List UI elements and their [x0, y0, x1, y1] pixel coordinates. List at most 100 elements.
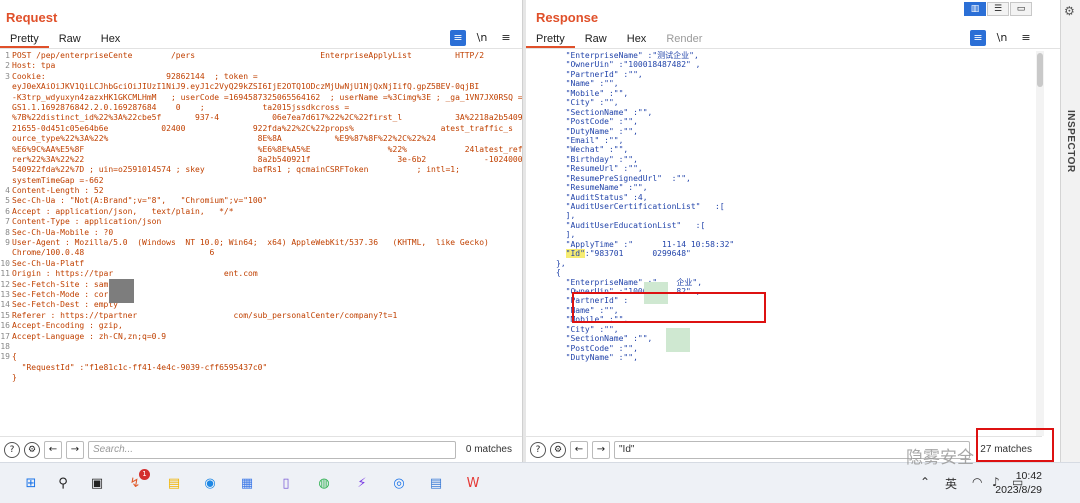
- annotation-box-id: [572, 292, 766, 323]
- tab-render[interactable]: Render: [656, 30, 712, 48]
- line-number: [0, 124, 12, 134]
- request-line: 12 Sec-Fetch-Site : sam: [0, 280, 522, 290]
- line-text: }: [12, 373, 17, 383]
- tool-icon[interactable]: ⚡: [351, 473, 373, 495]
- request-line: 5 Sec-Ch-Ua : "Not(A:Brand";v="8", "Chrom…: [0, 196, 522, 206]
- line-text: "RequestId" :"f1e81c1c-ff41-4e4c-9039-cf…: [12, 362, 268, 372]
- response-line: ],: [556, 230, 576, 240]
- response-line: "AuditUserCertificationList" :[: [556, 202, 725, 211]
- split-vertical-icon[interactable]: ☰: [987, 2, 1009, 16]
- menu-icon[interactable]: ≡: [1018, 30, 1034, 46]
- wrap-icon[interactable]: ≡: [970, 30, 986, 46]
- response-line: "DutyName" :"",: [556, 126, 638, 136]
- response-line: "Id":"983701 0299648": [565, 249, 691, 259]
- line-number: [0, 155, 12, 165]
- response-title: Response: [536, 10, 599, 25]
- response-editor[interactable]: "EnterpriseName" :"测试企业", "OwnerUin" :"1…: [556, 51, 1034, 436]
- line-text: Chrome/100.0.48 6: [12, 248, 215, 258]
- store-icon[interactable]: ▦: [236, 473, 258, 495]
- line-text: eyJ0eXAiOiJKV1QiLCJhbGciOiJIUzI1NiJ9.eyJ…: [12, 82, 480, 92]
- settings-icon[interactable]: ⚙: [550, 441, 566, 458]
- tab-pretty[interactable]: Pretty: [0, 30, 49, 48]
- response-line: "EnterpriseName" :" 企业",: [556, 277, 703, 287]
- redaction-blob: [666, 328, 690, 352]
- response-line: "OwnerUin" :"100018487482" ,: [556, 60, 701, 70]
- request-match-count: 0 matches: [465, 444, 512, 455]
- tab-raw[interactable]: Raw: [49, 30, 91, 48]
- split-horizontal-icon[interactable]: ▥: [964, 2, 986, 16]
- next-match-button[interactable]: →: [592, 440, 610, 459]
- chrome-icon[interactable]: ◎: [388, 473, 410, 495]
- line-text: -K3trp_wdyuxyn4zazxHK1GKCMLHmM ; userCod…: [12, 92, 522, 102]
- burp-icon[interactable]: ↯ 1: [124, 469, 150, 495]
- ime-indicator[interactable]: 英: [945, 475, 957, 492]
- wechat-icon[interactable]: ◍: [313, 473, 335, 495]
- line-number: [0, 134, 12, 144]
- response-tabs: Pretty Raw Hex Render ≡ \n ≡: [526, 30, 1062, 48]
- response-line: "AuditUserEducationList" :[: [556, 220, 706, 230]
- help-icon[interactable]: ?: [530, 441, 546, 458]
- file-explorer-icon[interactable]: ▤: [163, 473, 185, 495]
- taskview-icon[interactable]: ▣: [86, 473, 108, 495]
- search-highlight: "Id": [565, 249, 585, 259]
- newline-icon[interactable]: \n: [994, 30, 1010, 46]
- tab-hex[interactable]: Hex: [617, 30, 657, 48]
- response-line: "SectionName" :"",: [556, 107, 653, 117]
- request-line: rer%22%3A%22%22 8a2b540921f 3e-6b2 -1024…: [0, 155, 522, 165]
- line-number: [0, 176, 12, 186]
- newline-icon[interactable]: \n: [474, 30, 490, 46]
- wps-icon[interactable]: W: [462, 473, 484, 495]
- line-number: 16: [0, 321, 10, 331]
- line-text: User-Agent : Mozilla/5.0 (Windows NT 10.…: [12, 238, 489, 248]
- request-line: 540922fda%22%7D ; uin=o2591014574 ; skey…: [0, 165, 522, 175]
- settings-icon[interactable]: ⚙: [24, 441, 40, 458]
- chevron-up-icon[interactable]: ⌃: [920, 475, 930, 489]
- line-text: systemTimeGap =-662: [12, 175, 104, 185]
- prev-match-button[interactable]: ←: [44, 440, 62, 459]
- single-pane-icon[interactable]: ▭: [1010, 2, 1032, 16]
- request-line: 11 Origin : https://tpar ent.com: [0, 269, 522, 279]
- request-line: systemTimeGap =-662: [0, 176, 522, 186]
- request-pane: Request Pretty Raw Hex ≡ \n ≡ 1 POST /pep…: [0, 0, 523, 462]
- request-line: 3 Cookie: 92862144 ; token =: [0, 72, 522, 82]
- response-line: ],: [556, 211, 576, 221]
- scroll-thumb[interactable]: [1037, 53, 1043, 87]
- next-match-button[interactable]: →: [66, 440, 84, 459]
- clock-date: 2023/8/29: [995, 484, 1042, 496]
- request-search-input[interactable]: [88, 440, 456, 459]
- clock[interactable]: 10:42 2023/8/29: [995, 469, 1042, 497]
- prev-match-button[interactable]: ←: [570, 440, 588, 459]
- request-line: 10 Sec-Ch-Ua-Platf: [0, 259, 522, 269]
- line-text: 540922fda%22%7D ; uin=o2591014574 ; skey…: [12, 165, 460, 175]
- gear-icon[interactable]: ⚙: [1064, 4, 1075, 18]
- tab-hex[interactable]: Hex: [91, 30, 131, 48]
- line-text: Host: tpa: [12, 61, 56, 71]
- wifi-icon[interactable]: ◠: [972, 475, 982, 489]
- request-editor[interactable]: 1 POST /pep/enterpriseCente /pers Enterpr…: [0, 51, 522, 436]
- request-line: 17 Accept-Language : zh-CN,zn;q=0.9: [0, 332, 522, 342]
- search-icon[interactable]: ⚲: [52, 473, 74, 495]
- help-icon[interactable]: ?: [4, 441, 20, 458]
- wrap-icon[interactable]: ≡: [450, 30, 466, 46]
- tab-raw[interactable]: Raw: [575, 30, 617, 48]
- line-text: rer%22%3A%22%22 8a2b540921f 3e-6b2 -1024…: [12, 154, 522, 164]
- notepad-icon[interactable]: ▤: [425, 473, 447, 495]
- windows-start-icon[interactable]: ⊞: [20, 473, 42, 495]
- inspector-label[interactable]: INSPECTOR: [1065, 110, 1076, 173]
- line-text: 21655-0d451c05e64b6e 02400 922fda%22%2C%…: [12, 123, 513, 133]
- menu-icon[interactable]: ≡: [498, 30, 514, 46]
- edge-icon[interactable]: ◉: [199, 473, 221, 495]
- line-number: 18: [0, 341, 10, 351]
- phone-link-icon[interactable]: ▯: [275, 473, 297, 495]
- response-line: "EnterpriseName" :"测试企业",: [556, 51, 699, 60]
- response-scrollbar[interactable]: [1036, 51, 1044, 436]
- line-number: [0, 373, 12, 383]
- tab-pretty[interactable]: Pretty: [526, 30, 575, 48]
- request-line: 18: [0, 342, 522, 352]
- request-line: Chrome/100.0.48 6: [0, 248, 522, 258]
- line-number: [0, 165, 12, 175]
- inspector-panel[interactable]: ⚙ INSPECTOR: [1060, 0, 1080, 462]
- line-number: 19: [0, 352, 10, 362]
- response-line: "SectionName" :"",: [556, 334, 653, 344]
- line-text: POST /pep/enterpriseCente /pers Enterpri…: [12, 51, 485, 60]
